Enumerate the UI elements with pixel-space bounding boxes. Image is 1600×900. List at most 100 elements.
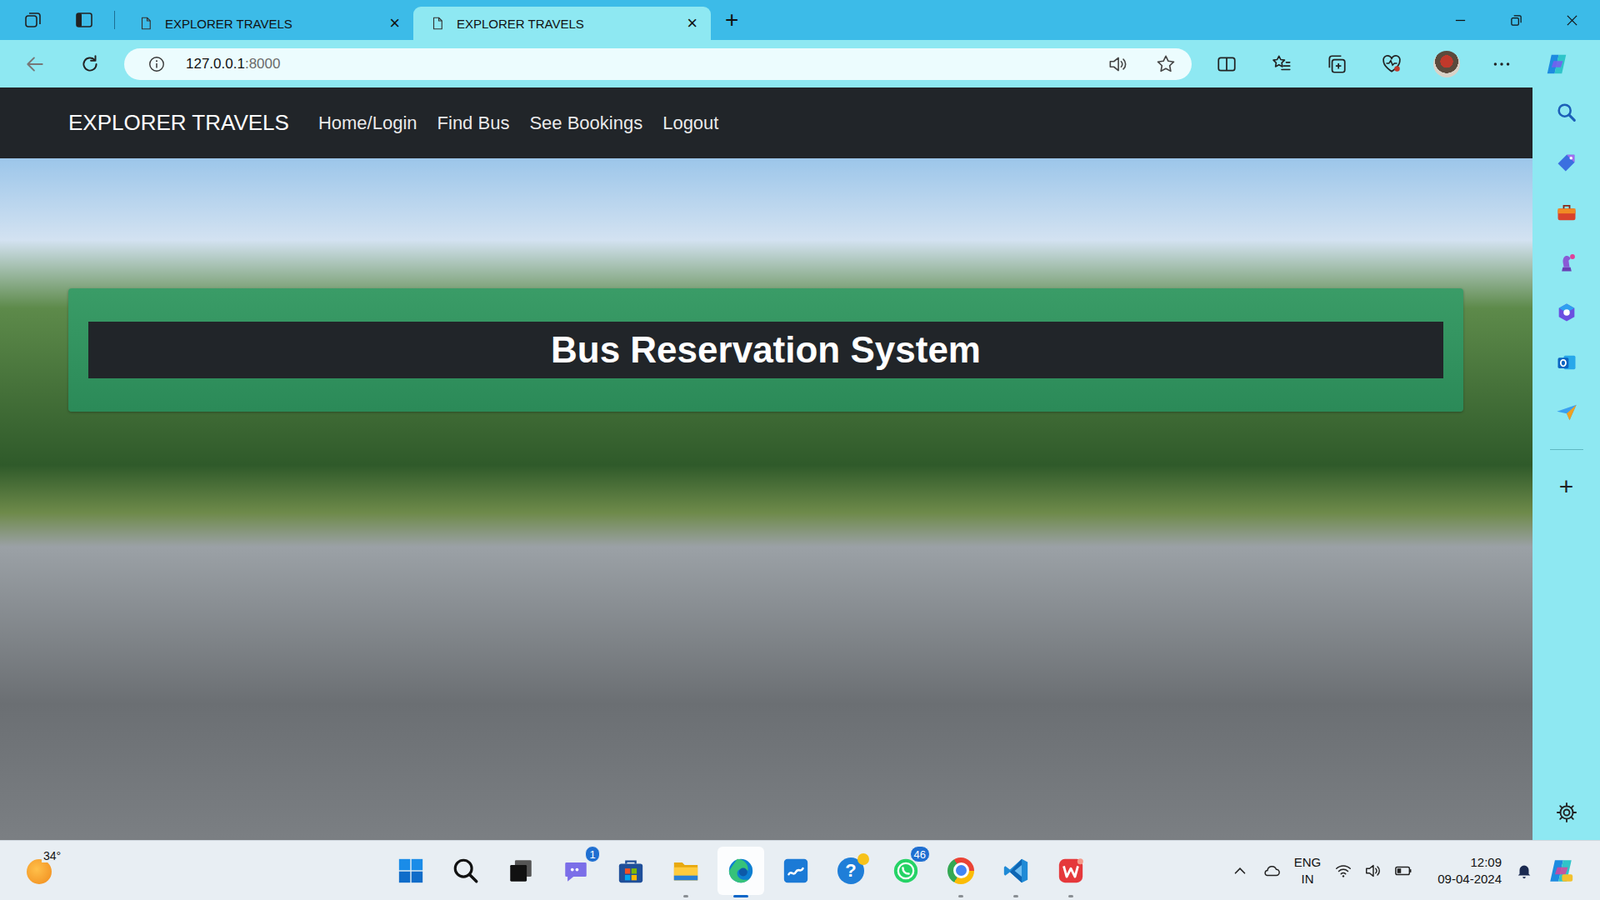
close-button[interactable] [1544, 0, 1600, 40]
taskbar-app[interactable] [603, 840, 659, 900]
tab-close-button[interactable]: × [686, 14, 698, 33]
taskbar-apps: 1 ? 46 [383, 840, 1099, 900]
taskbar-app[interactable]: 46 [878, 840, 934, 900]
tab-label: EXPLORER TRAVELS [456, 16, 675, 31]
chat-icon [561, 856, 590, 885]
page-icon [430, 15, 445, 31]
chevron-up-icon[interactable] [1230, 861, 1250, 880]
site-navbar: EXPLORER TRAVELS Home/LoginFind BusSee B… [0, 87, 1533, 159]
url-text: 127.0.0.1:8000 [185, 55, 280, 73]
taskbar-app[interactable] [713, 840, 769, 900]
outlook-icon[interactable] [1555, 350, 1579, 375]
tab-separator [114, 10, 115, 30]
taskbar-app[interactable] [493, 840, 549, 900]
profile-button[interactable] [1419, 45, 1475, 83]
tab-close-button[interactable]: × [389, 14, 400, 33]
split-screen-icon [1215, 53, 1238, 75]
gear-icon[interactable] [1555, 800, 1579, 825]
sidebar-divider [1550, 449, 1584, 450]
windows-start-icon [396, 856, 425, 885]
new-tab-button[interactable]: + [725, 8, 739, 32]
taskbar-app[interactable]: ? [823, 840, 879, 900]
nav-link[interactable]: Home/Login [308, 112, 428, 135]
notification-bell-icon[interactable] [1515, 861, 1534, 880]
app-button[interactable] [442, 846, 490, 895]
app-button[interactable] [387, 846, 435, 895]
quick-settings[interactable] [1334, 861, 1413, 880]
wifi-icon [1334, 861, 1353, 880]
taskbar-app[interactable] [383, 840, 439, 900]
site-brand[interactable]: EXPLORER TRAVELS [68, 110, 290, 136]
app-button[interactable] [772, 846, 820, 895]
app-button[interactable] [937, 846, 985, 895]
tab-actions-icon[interactable] [74, 10, 95, 30]
clock[interactable]: 12:0909-04-2024 [1437, 854, 1502, 888]
app-button[interactable] [717, 846, 765, 895]
temperature: 34° [41, 849, 63, 863]
favorites-list-icon [1270, 53, 1293, 75]
taskbar-app[interactable] [988, 840, 1044, 900]
refresh-icon [79, 53, 101, 75]
address-bar[interactable]: 127.0.0.1:8000 [124, 48, 1192, 80]
running-indicator [1068, 895, 1074, 898]
browser-essentials-button[interactable] [1364, 45, 1420, 83]
app-button[interactable] [1047, 846, 1095, 895]
running-indicator [958, 895, 964, 898]
onedrive-cloud-icon[interactable] [1262, 861, 1281, 880]
search-icon[interactable] [1555, 100, 1579, 125]
read-aloud-icon[interactable] [1106, 53, 1129, 75]
hero-photo: Bus Reservation System [0, 158, 1533, 840]
nav-link[interactable]: See Bookings [519, 112, 653, 135]
app-button[interactable] [992, 846, 1040, 895]
favorite-star-icon[interactable] [1155, 53, 1177, 75]
minimize-button[interactable] [1432, 0, 1489, 40]
taskbar-app[interactable] [658, 840, 714, 900]
get-help-icon: ? [837, 857, 865, 885]
taskbar-app[interactable] [438, 840, 494, 900]
copilot-icon[interactable] [1546, 856, 1575, 885]
games-chess-icon[interactable] [1555, 250, 1579, 275]
collections-button[interactable] [1309, 45, 1365, 83]
microsoft-365-icon[interactable] [1555, 300, 1579, 325]
windows-taskbar: 34° 1 ? 46 ENGIN 12:0909-04-2024 [0, 840, 1600, 900]
copilot-button[interactable] [1529, 45, 1585, 83]
minimize-icon [1454, 14, 1467, 27]
shopping-tag-icon[interactable] [1555, 150, 1579, 175]
app-button[interactable] [607, 846, 655, 895]
taskbar-app[interactable] [1043, 840, 1099, 900]
taskbar-app[interactable] [933, 840, 989, 900]
tools-briefcase-icon[interactable] [1555, 200, 1579, 225]
restore-button[interactable] [1488, 0, 1545, 40]
app-button[interactable] [662, 846, 710, 895]
split-screen-button[interactable] [1199, 45, 1255, 83]
app-button[interactable]: ? [827, 846, 875, 895]
browser-tab[interactable]: EXPLORER TRAVELS × [127, 6, 414, 40]
app-button[interactable] [497, 846, 545, 895]
myhp-app-icon [781, 856, 810, 885]
page-title: Bus Reservation System [88, 321, 1444, 379]
taskbar-app[interactable] [768, 840, 824, 900]
nav-link[interactable]: Find Bus [427, 112, 520, 135]
nav-link[interactable]: Logout [652, 112, 729, 135]
back-button[interactable] [16, 45, 54, 83]
tab-strip-actions [0, 10, 128, 30]
weather-widget[interactable]: 34° [0, 840, 384, 900]
input-language[interactable]: ENGIN [1294, 854, 1322, 888]
refresh-button[interactable] [71, 45, 109, 83]
favorites-button[interactable] [1254, 45, 1310, 83]
add-sidebar-app-button[interactable]: + [1559, 475, 1575, 499]
web-page: EXPLORER TRAVELS Home/LoginFind BusSee B… [0, 87, 1533, 840]
taskbar-app[interactable]: 1 [548, 840, 604, 900]
workspaces-icon[interactable] [23, 10, 44, 30]
more-button[interactable] [1474, 45, 1530, 83]
send-plane-icon[interactable] [1555, 400, 1579, 425]
edge-browser-icon [726, 856, 755, 885]
browser-viewport: EXPLORER TRAVELS Home/LoginFind BusSee B… [0, 87, 1600, 840]
profile-avatar-icon [1433, 50, 1460, 78]
title-card: Bus Reservation System [68, 288, 1464, 412]
browser-tab[interactable]: EXPLORER TRAVELS × [413, 6, 711, 40]
battery-icon [1394, 861, 1413, 880]
search-icon [451, 856, 480, 885]
info-icon[interactable] [147, 55, 166, 74]
close-icon [1565, 14, 1579, 27]
